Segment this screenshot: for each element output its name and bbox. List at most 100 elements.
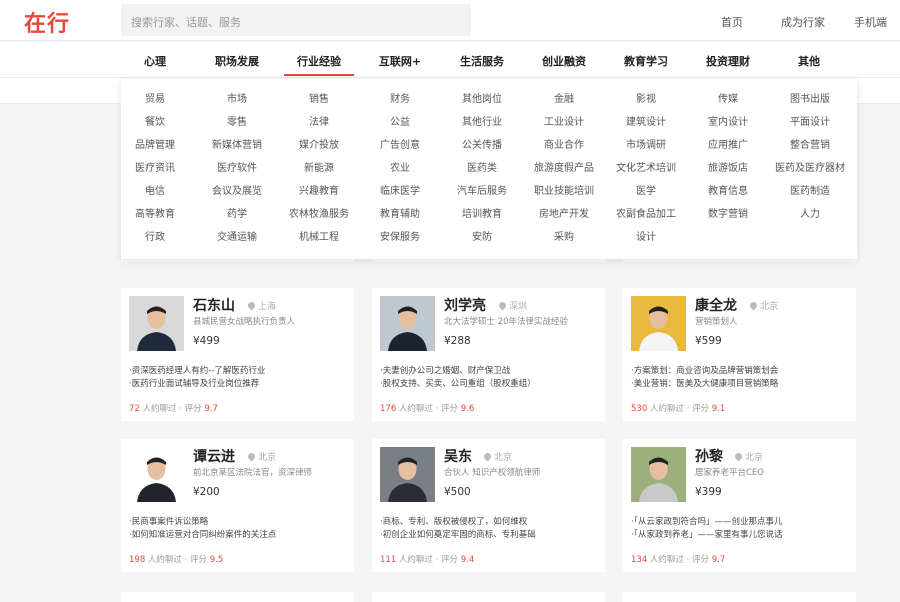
category-tab[interactable]: 投资理财: [698, 53, 758, 69]
industry-option[interactable]: 职业技能培训: [523, 186, 605, 198]
avatar[interactable]: [129, 296, 184, 351]
industry-option[interactable]: 公关传播: [441, 140, 523, 152]
industry-option[interactable]: 市场调研: [605, 140, 687, 152]
industry-option[interactable]: 金融: [523, 94, 605, 106]
industry-option[interactable]: 建筑设计: [605, 117, 687, 129]
category-tab[interactable]: 职场发展: [207, 53, 267, 69]
avatar[interactable]: [380, 447, 435, 502]
industry-option[interactable]: 商业合作: [523, 140, 605, 152]
expert-name[interactable]: 刘学亮: [444, 295, 486, 315]
industry-option[interactable]: 安防: [441, 232, 523, 244]
industry-option[interactable]: 应用推广: [687, 140, 769, 152]
industry-option[interactable]: 医疗软件: [196, 163, 278, 175]
industry-option[interactable]: 文化艺术培训: [605, 163, 687, 175]
industry-option[interactable]: 交通运输: [196, 232, 278, 244]
topic-item[interactable]: ·医药行业面试辅导及行业岗位推荐: [129, 377, 349, 389]
industry-option[interactable]: 整合营销: [769, 140, 851, 152]
industry-option[interactable]: 室内设计: [687, 117, 769, 129]
industry-option[interactable]: 广告创意: [359, 140, 441, 152]
topic-item[interactable]: ·「从家政到养老」——家里有事儿您说话: [631, 528, 851, 540]
avatar[interactable]: [129, 447, 184, 502]
nav-mobile-link[interactable]: 手机端: [854, 14, 887, 30]
expert-card[interactable]: 孙黎 北京 居家养老平台CEO ¥399 ·「从云家政到符合吗」——创业那点事儿 ·「从家…: [623, 439, 856, 572]
topic-item[interactable]: ·股权支持、买卖、公司重组（股权重组）: [380, 377, 600, 389]
industry-option[interactable]: 电信: [114, 186, 196, 198]
industry-option[interactable]: 平面设计: [769, 117, 851, 129]
expert-card[interactable]: 石东山 上海 县城民营女战略执行负责人 ¥499 ·资深医药经理人有约--了解医药行业 ·…: [121, 288, 354, 421]
industry-option[interactable]: 农业: [359, 163, 441, 175]
industry-option[interactable]: 药学: [196, 209, 278, 221]
industry-option[interactable]: 医药类: [441, 163, 523, 175]
expert-card[interactable]: 刘学亮 深圳 北大法学硕士 20年法律实战经验 ¥288 ·夫妻创办公司之婚姻、财产保卫…: [372, 288, 605, 421]
industry-option[interactable]: 零售: [196, 117, 278, 129]
industry-option[interactable]: 农副食品加工: [605, 209, 687, 221]
industry-option[interactable]: 培训教育: [441, 209, 523, 221]
industry-option[interactable]: 教育辅助: [359, 209, 441, 221]
industry-option[interactable]: 会议及展览: [196, 186, 278, 198]
industry-option[interactable]: 其他岗位: [441, 94, 523, 106]
topic-item[interactable]: ·商标、专利、版权被侵权了，如何维权: [380, 515, 600, 527]
topic-item[interactable]: ·如何知准运营对合同纠纷案件的关注点: [129, 528, 349, 540]
topic-item[interactable]: ·民商事案件诉讼策略: [129, 515, 349, 527]
industry-option[interactable]: 汽车后服务: [441, 186, 523, 198]
industry-option[interactable]: 市场: [196, 94, 278, 106]
topic-item[interactable]: ·美业营销：医美及大健康项目营销策略: [631, 377, 851, 389]
industry-option[interactable]: 农林牧渔服务: [278, 209, 360, 221]
industry-option[interactable]: 新能源: [278, 163, 360, 175]
category-tab[interactable]: 生活服务: [452, 53, 512, 69]
industry-option[interactable]: 机械工程: [278, 232, 360, 244]
industry-option[interactable]: 旅游度假产品: [523, 163, 605, 175]
industry-option[interactable]: 房地产开发: [523, 209, 605, 221]
category-tab[interactable]: 行业经验: [289, 53, 349, 69]
nav-become-expert-link[interactable]: 成为行家: [781, 14, 825, 30]
industry-option[interactable]: 新媒体营销: [196, 140, 278, 152]
industry-option[interactable]: 媒介投放: [278, 140, 360, 152]
industry-option[interactable]: 法律: [278, 117, 360, 129]
expert-name[interactable]: 孙黎: [695, 446, 723, 466]
industry-option[interactable]: 数字营销: [687, 209, 769, 221]
avatar[interactable]: [631, 296, 686, 351]
industry-option[interactable]: 设计: [605, 232, 687, 244]
category-tab[interactable]: 心理: [125, 53, 185, 69]
category-tab[interactable]: 互联网+: [370, 53, 430, 69]
topic-item[interactable]: ·资深医药经理人有约--了解医药行业: [129, 364, 349, 376]
industry-option[interactable]: 兴趣教育: [278, 186, 360, 198]
industry-option[interactable]: 贸易: [114, 94, 196, 106]
industry-option[interactable]: 高等教育: [114, 209, 196, 221]
industry-option[interactable]: 教育信息: [687, 186, 769, 198]
site-logo[interactable]: 在行: [24, 6, 70, 38]
industry-option[interactable]: 安保服务: [359, 232, 441, 244]
expert-card[interactable]: 康全龙 北京 营销策划人 ¥599 ·方案策划：商业咨询及品牌营销策划会 ·美业营销：医美…: [623, 288, 856, 421]
industry-option[interactable]: 工业设计: [523, 117, 605, 129]
industry-option[interactable]: 医疗资讯: [114, 163, 196, 175]
topic-item[interactable]: ·「从云家政到符合吗」——创业那点事儿: [631, 515, 851, 527]
industry-option[interactable]: 医药及医疗器材: [769, 163, 851, 175]
expert-card[interactable]: 谭云进 北京 前北京某区法院法官，资深律师 ¥200 ·民商事案件诉讼策略 ·如何知准运营…: [121, 439, 354, 572]
avatar[interactable]: [380, 296, 435, 351]
search-input[interactable]: 搜索行家、话题、服务: [121, 4, 471, 36]
industry-option[interactable]: 传媒: [687, 94, 769, 106]
nav-home-link[interactable]: 首页: [721, 14, 743, 30]
topic-item[interactable]: ·夫妻创办公司之婚姻、财产保卫战: [380, 364, 600, 376]
category-tab[interactable]: 教育学习: [616, 53, 676, 69]
topic-item[interactable]: ·方案策划：商业咨询及品牌营销策划会: [631, 364, 851, 376]
industry-option[interactable]: 行政: [114, 232, 196, 244]
industry-option[interactable]: 医药制造: [769, 186, 851, 198]
expert-name[interactable]: 吴东: [444, 446, 472, 466]
avatar[interactable]: [631, 447, 686, 502]
expert-name[interactable]: 谭云进: [193, 446, 235, 466]
category-tab[interactable]: 创业融资: [534, 53, 594, 69]
industry-option[interactable]: 销售: [278, 94, 360, 106]
industry-option[interactable]: 医学: [605, 186, 687, 198]
industry-option[interactable]: 影视: [605, 94, 687, 106]
industry-option[interactable]: 财务: [359, 94, 441, 106]
industry-option[interactable]: 旅游饭店: [687, 163, 769, 175]
expert-card[interactable]: 吴东 北京 合伙人 知识产权领航律师 ¥500 ·商标、专利、版权被侵权了，如何维权 ·初…: [372, 439, 605, 572]
expert-name[interactable]: 石东山: [193, 295, 235, 315]
topic-item[interactable]: ·初创企业如何奠定牢固的商标、专利基础: [380, 528, 600, 540]
industry-option[interactable]: 公益: [359, 117, 441, 129]
category-tab[interactable]: 其他: [779, 53, 839, 69]
industry-option[interactable]: 人力: [769, 209, 851, 221]
industry-option[interactable]: 品牌管理: [114, 140, 196, 152]
industry-option[interactable]: 餐饮: [114, 117, 196, 129]
